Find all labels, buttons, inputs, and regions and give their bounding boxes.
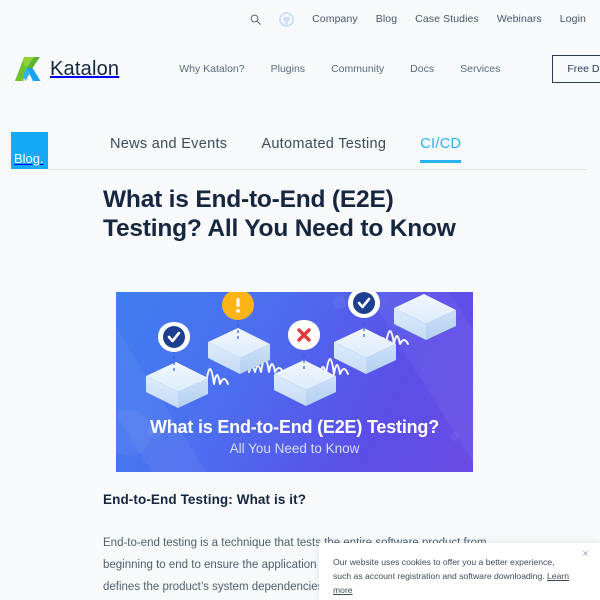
section-heading: End-to-End Testing: What is it?	[103, 492, 307, 507]
utility-link-login[interactable]: Login	[560, 14, 586, 25]
category-tabs: News and Events Automated Testing CI/CD	[110, 136, 462, 164]
nav-link-why-katalon[interactable]: Why Katalon?	[179, 63, 244, 75]
tab-divider	[48, 169, 587, 170]
utility-link-blog[interactable]: Blog	[376, 14, 397, 25]
hero-caption: What is End-to-End (E2E) Testing? All Yo…	[116, 416, 473, 458]
brand-logo[interactable]: Katalon	[12, 54, 119, 84]
check-marker-icon	[348, 292, 380, 318]
brand-name: Katalon	[50, 57, 120, 80]
close-icon[interactable]: ×	[579, 548, 592, 561]
blog-badge[interactable]: Blog.	[11, 132, 48, 169]
tab-automated-testing[interactable]: Automated Testing	[261, 136, 386, 163]
utility-bar: Company Blog Case Studies Webinars Login	[0, 0, 600, 38]
nav-link-services[interactable]: Services	[460, 63, 500, 75]
hero-box	[334, 328, 396, 374]
hero-box	[208, 328, 270, 374]
article: What is End-to-End (E2E) Testing? All Yo…	[0, 186, 600, 244]
hero-box	[146, 362, 208, 408]
utility-link-case-studies[interactable]: Case Studies	[415, 14, 479, 25]
article-hero-image: What is End-to-End (E2E) Testing? All Yo…	[116, 292, 473, 472]
tab-news-and-events[interactable]: News and Events	[110, 136, 227, 163]
blog-badge-label: Blog.	[14, 151, 44, 166]
katalon-k-logo-icon	[12, 54, 42, 84]
search-icon[interactable]	[250, 14, 261, 25]
cookie-consent-message: Our website uses cookies to offer you a …	[333, 557, 555, 581]
nav-link-plugins[interactable]: Plugins	[271, 63, 305, 75]
page-root: Company Blog Case Studies Webinars Login…	[0, 0, 600, 600]
free-download-button[interactable]: Free Download	[552, 55, 600, 83]
nav-link-docs[interactable]: Docs	[410, 63, 434, 75]
error-marker-icon	[288, 320, 320, 350]
cookie-consent-text: Our website uses cookies to offer you a …	[333, 555, 574, 597]
blog-tab-bar: Blog. News and Events Automated Testing …	[0, 128, 600, 172]
utility-links: Company Blog Case Studies Webinars Login	[250, 11, 586, 27]
page-title: What is End-to-End (E2E) Testing? All Yo…	[103, 186, 456, 242]
tab-ci-cd[interactable]: CI/CD	[420, 136, 462, 164]
utility-link-company[interactable]: Company	[312, 14, 358, 25]
hero-caption-title: What is End-to-End (E2E) Testing?	[149, 416, 440, 437]
main-header: Katalon Why Katalon? Plugins Community D…	[0, 38, 600, 100]
warning-marker-icon	[222, 292, 254, 320]
utility-link-webinars[interactable]: Webinars	[497, 14, 542, 25]
check-marker-icon	[158, 322, 190, 352]
cookie-consent-banner: Our website uses cookies to offer you a …	[319, 543, 600, 600]
hero-caption-subtitle: All You Need to Know	[229, 441, 360, 457]
github-icon[interactable]	[279, 11, 295, 27]
nav-link-community[interactable]: Community	[331, 63, 384, 75]
main-nav: Why Katalon? Plugins Community Docs Serv…	[179, 55, 600, 83]
hero-box	[394, 294, 456, 340]
